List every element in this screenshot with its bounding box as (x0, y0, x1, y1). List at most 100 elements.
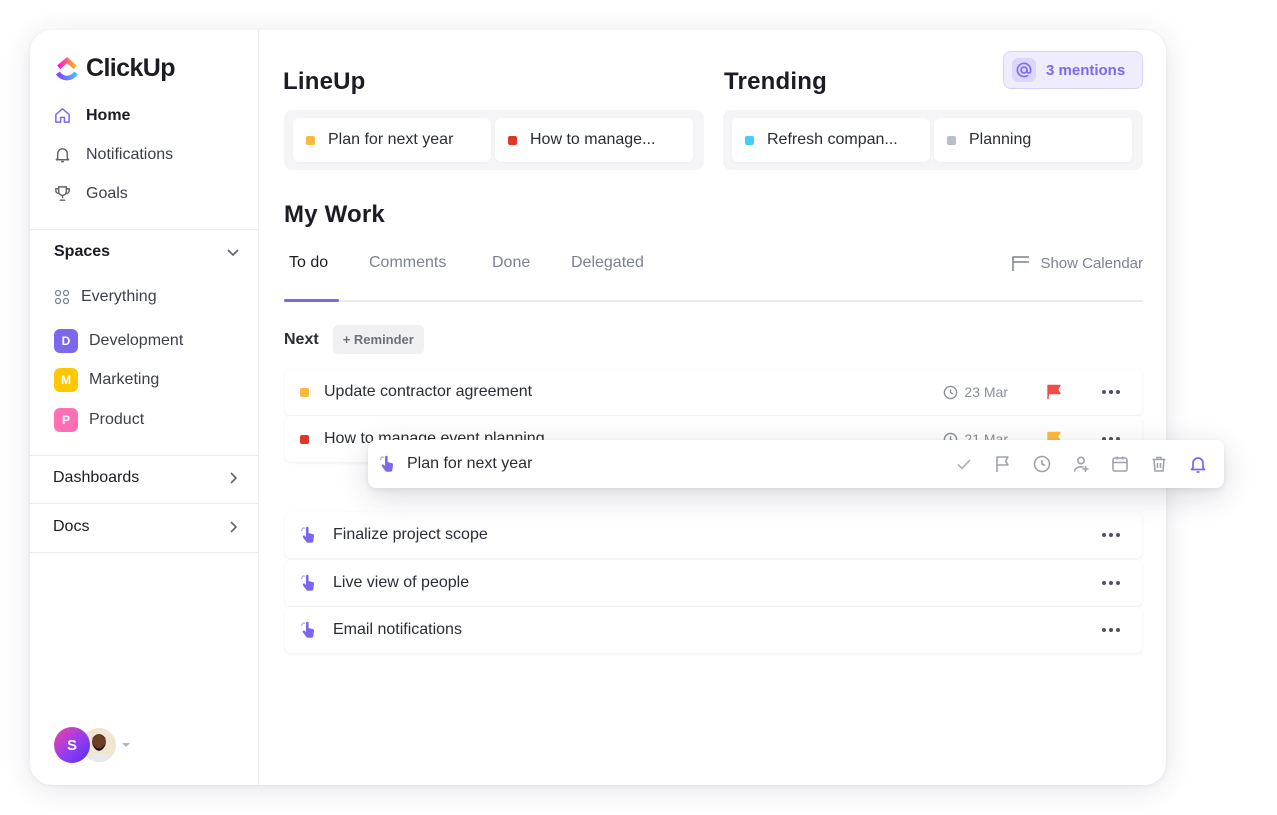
more-options-icon[interactable] (1102, 390, 1120, 394)
check-icon[interactable] (954, 454, 974, 474)
trending-item-label: Planning (969, 131, 1032, 148)
task-row[interactable]: Update contractor agreement 23 Mar (285, 369, 1142, 415)
lineup-item[interactable]: Plan for next year (293, 118, 491, 162)
space-everything[interactable]: Everything (54, 288, 157, 306)
mywork-title: My Work (284, 201, 385, 228)
lineup-item[interactable]: How to manage... (495, 118, 693, 162)
active-tab-indicator (284, 299, 339, 302)
reminder-hand-icon (301, 526, 315, 543)
due-date-text: 23 Mar (964, 384, 1008, 400)
trending-item[interactable]: Planning (934, 118, 1132, 162)
space-label: Product (89, 411, 145, 428)
reminder-label: Finalize project scope (333, 526, 488, 543)
more-options-icon[interactable] (1102, 533, 1120, 537)
space-badge: M (54, 368, 78, 392)
trending-item[interactable]: Refresh compan... (732, 118, 930, 162)
mentions-button[interactable]: 3 mentions (1003, 51, 1143, 89)
sidebar-divider (30, 455, 259, 456)
reminder-hand-icon (301, 621, 315, 638)
spaces-label: Spaces (54, 243, 111, 260)
more-options-icon[interactable] (1102, 628, 1120, 632)
user-menu[interactable]: S (54, 727, 130, 763)
tab-todo[interactable]: To do (289, 254, 328, 272)
dragging-task-card[interactable]: Plan for next year (368, 440, 1224, 488)
lineup-item-label: Plan for next year (328, 131, 454, 148)
lineup-title: LineUp (283, 68, 366, 95)
next-label: Next (284, 330, 319, 348)
grid-icon (54, 289, 70, 305)
reminder-hand-icon (301, 574, 315, 591)
status-dot (745, 135, 754, 145)
space-marketing[interactable]: M Marketing (54, 368, 159, 392)
trending-item-label: Refresh compan... (767, 131, 898, 148)
trophy-icon (55, 186, 70, 201)
dashboards-item[interactable]: Dashboards (53, 469, 240, 487)
show-calendar-button[interactable]: Show Calendar (1011, 254, 1143, 272)
nav-notifications[interactable]: Notifications (53, 145, 173, 164)
reminder-label: Live view of people (333, 574, 470, 591)
nav-goals[interactable]: Goals (53, 184, 128, 203)
dashboards-label: Dashboards (53, 469, 140, 486)
show-calendar-label: Show Calendar (1040, 254, 1143, 272)
task-due-date: 23 Mar (943, 384, 1008, 400)
space-development[interactable]: D Development (54, 329, 183, 353)
docs-item[interactable]: Docs (53, 518, 240, 536)
nav-home[interactable]: Home (53, 106, 130, 125)
flag-icon[interactable] (1046, 384, 1062, 400)
flag-icon[interactable] (993, 454, 1013, 474)
sidebar-divider (30, 503, 259, 504)
reminder-hand-icon (380, 455, 394, 472)
mywork-tabs: To do Comments Done Delegated Show Calen… (284, 250, 1143, 302)
reminder-row[interactable]: Finalize project scope (285, 512, 1142, 558)
sidebar-divider (30, 552, 259, 553)
nav-goals-label: Goals (86, 184, 128, 202)
chevron-down-icon[interactable] (226, 245, 240, 259)
next-section-header: Next + Reminder (284, 325, 424, 354)
sidebar: ClickUp Home Notifications Goals Spaces … (30, 30, 259, 785)
clock-icon (944, 385, 958, 399)
space-label: Development (89, 332, 184, 349)
calendar-flag-icon (1012, 256, 1030, 271)
bell-icon (55, 148, 70, 163)
nav-notifications-label: Notifications (86, 145, 174, 163)
status-dot (300, 434, 309, 444)
tab-done[interactable]: Done (492, 254, 530, 272)
lineup-item-label: How to manage... (530, 131, 656, 148)
trash-icon[interactable] (1149, 454, 1169, 474)
nav-home-label: Home (86, 106, 131, 124)
trending-title: Trending (724, 68, 827, 95)
tab-comments[interactable]: Comments (369, 254, 446, 272)
avatar: S (54, 727, 90, 763)
home-icon (55, 108, 70, 123)
sidebar-divider (30, 229, 259, 230)
space-label: Marketing (89, 371, 160, 388)
mentions-label: 3 mentions (1046, 61, 1126, 79)
reminder-row[interactable]: Email notifications (285, 607, 1142, 653)
status-dot (300, 387, 309, 397)
trending-cards: Refresh compan... Planning (723, 110, 1143, 170)
space-product[interactable]: P Product (54, 408, 144, 432)
lineup-cards: Plan for next year How to manage... (284, 110, 704, 170)
bell-icon[interactable] (1188, 454, 1208, 474)
clock-icon[interactable] (1032, 454, 1052, 474)
clickup-logo-icon (56, 56, 78, 80)
calendar-icon[interactable] (1110, 454, 1130, 474)
more-options-icon[interactable] (1102, 581, 1120, 585)
spaces-header[interactable]: Spaces (54, 243, 240, 261)
dragging-task-label: Plan for next year (407, 455, 533, 472)
everything-label: Everything (81, 288, 157, 305)
reminder-row[interactable]: Live view of people (285, 560, 1142, 606)
brand-name: ClickUp (86, 54, 175, 82)
clickup-logo[interactable]: ClickUp (53, 54, 175, 83)
reminder-label: Email notifications (333, 621, 462, 638)
chevron-right-icon (230, 472, 238, 484)
app-window: ClickUp Home Notifications Goals Spaces … (30, 30, 1166, 785)
space-badge: D (54, 329, 78, 353)
add-reminder-button[interactable]: + Reminder (332, 325, 424, 354)
tab-delegated[interactable]: Delegated (571, 254, 644, 272)
assign-user-icon[interactable] (1071, 454, 1091, 474)
status-dot (508, 135, 517, 145)
status-dot (947, 135, 956, 145)
space-badge: P (54, 408, 78, 432)
status-dot (306, 135, 315, 145)
